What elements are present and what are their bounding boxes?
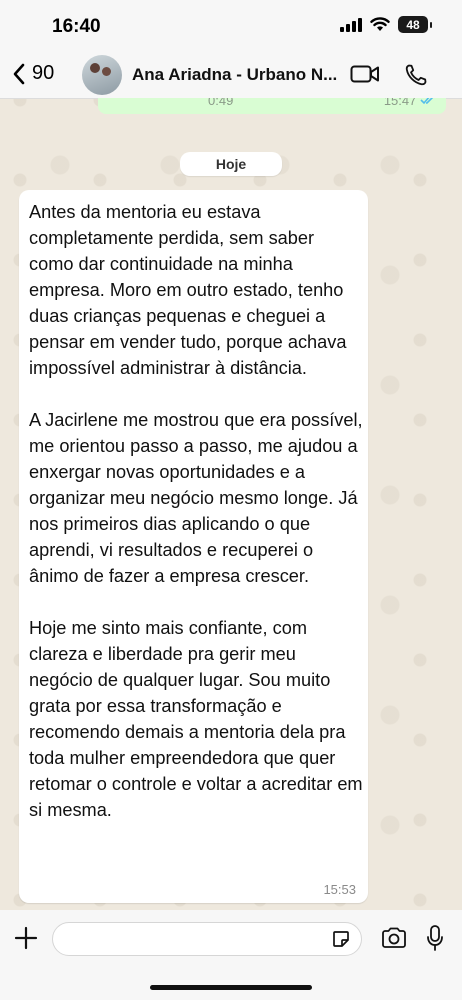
previous-message-bubble[interactable]: 0:49 15:47 bbox=[98, 98, 446, 114]
date-separator: Hoje bbox=[180, 152, 282, 176]
read-ticks-icon bbox=[420, 98, 434, 105]
unread-count: 90 bbox=[32, 62, 55, 84]
plus-icon[interactable] bbox=[14, 926, 38, 950]
wifi-icon bbox=[370, 17, 390, 31]
video-call-icon[interactable] bbox=[350, 64, 380, 84]
previous-message-time: 15:47 bbox=[384, 98, 436, 108]
home-indicator bbox=[150, 985, 312, 990]
contact-avatar[interactable] bbox=[82, 55, 122, 95]
chevron-left-icon bbox=[13, 63, 25, 84]
message-bubble[interactable]: Antes da mentoria eu estava completament… bbox=[19, 190, 368, 903]
camera-icon[interactable] bbox=[380, 926, 408, 950]
status-time: 16:40 bbox=[52, 16, 101, 37]
message-time: 15:53 bbox=[323, 882, 356, 897]
battery-indicator: 48 bbox=[398, 16, 432, 33]
message-input[interactable] bbox=[52, 922, 362, 956]
sticker-icon[interactable] bbox=[331, 929, 351, 949]
status-icons: 48 bbox=[340, 16, 432, 33]
contact-name[interactable]: Ana Ariadna - Urbano N... bbox=[132, 65, 337, 85]
back-button[interactable]: 90 bbox=[12, 62, 54, 85]
status-bar: 16:40 48 bbox=[0, 0, 462, 52]
phone-icon[interactable] bbox=[404, 63, 428, 87]
chat-header: 90 Ana Ariadna - Urbano N... bbox=[0, 52, 462, 99]
message-text: Antes da mentoria eu estava completament… bbox=[29, 202, 363, 820]
signal-icon bbox=[340, 17, 362, 32]
microphone-icon[interactable] bbox=[426, 924, 444, 952]
audio-duration: 0:49 bbox=[208, 98, 234, 108]
